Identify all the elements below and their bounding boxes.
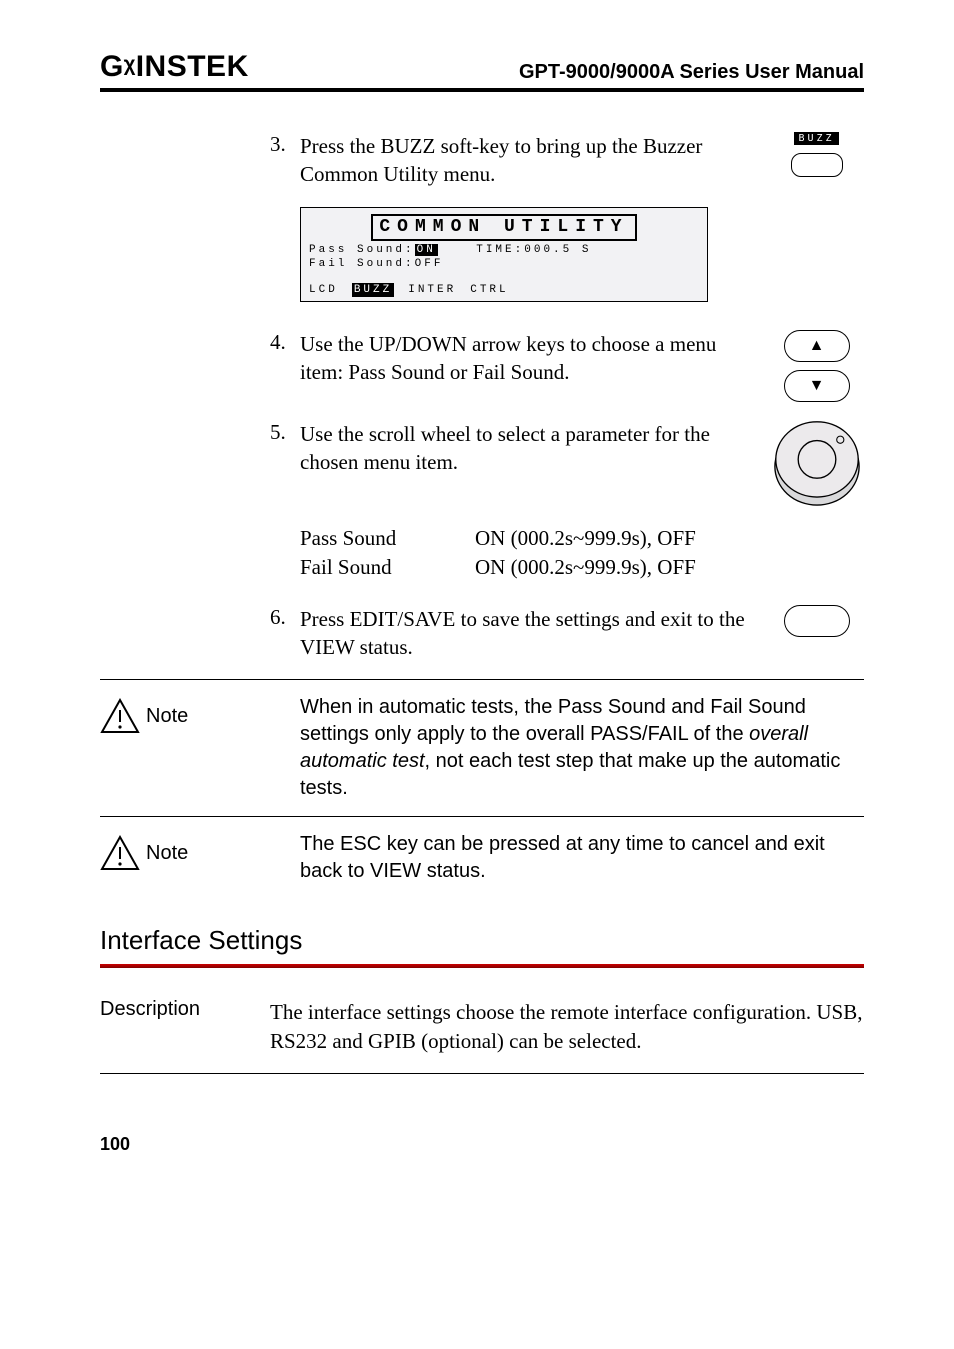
softkey-button-icon bbox=[791, 153, 843, 177]
logo-text-instek: INSTEK bbox=[136, 50, 249, 83]
param-pass-sound: Pass Sound ON (000.2s~999.9s), OFF bbox=[300, 524, 864, 553]
page-header: GᵡINSTEK GPT-9000/9000A Series User Manu… bbox=[100, 50, 864, 92]
param-value: ON (000.2s~999.9s), OFF bbox=[475, 524, 696, 553]
note-text: When in automatic tests, the Pass Sound … bbox=[300, 694, 864, 802]
page-number: 100 bbox=[100, 1134, 864, 1155]
note-2: Note The ESC key can be pressed at any t… bbox=[100, 831, 864, 885]
step-number: 3. bbox=[270, 132, 300, 157]
step-number: 4. bbox=[270, 330, 300, 355]
lcd-row-pass: Pass Sound:ON TIME:000.5 S bbox=[309, 243, 699, 257]
logo-text-u: ᵡ bbox=[124, 52, 136, 86]
lcd-pass-label: Pass Sound: bbox=[309, 244, 415, 256]
divider bbox=[100, 1073, 864, 1074]
down-arrow-icon: ▼ bbox=[784, 370, 850, 402]
step-number: 5. bbox=[270, 420, 300, 445]
lcd-softkey-ctrl: CTRL bbox=[470, 283, 508, 297]
step-6: 6. Press EDIT/SAVE to save the settings … bbox=[270, 605, 864, 662]
step-4: 4. Use the UP/DOWN arrow keys to choose … bbox=[270, 330, 864, 402]
step-text: Use the scroll wheel to select a paramet… bbox=[300, 420, 769, 477]
param-value: ON (000.2s~999.9s), OFF bbox=[475, 553, 696, 582]
note-label: Note bbox=[146, 705, 188, 728]
note-1: Note When in automatic tests, the Pass S… bbox=[100, 694, 864, 802]
lcd-softkey-buzz: BUZZ bbox=[352, 283, 394, 297]
lcd-softkey-inter: INTER bbox=[408, 283, 456, 297]
description-row: Description The interface settings choos… bbox=[100, 998, 864, 1055]
step-text: Use the UP/DOWN arrow keys to choose a m… bbox=[300, 330, 769, 387]
note-text: The ESC key can be pressed at any time t… bbox=[300, 831, 864, 885]
caution-icon bbox=[100, 835, 140, 871]
divider bbox=[100, 679, 864, 680]
step-number: 6. bbox=[270, 605, 300, 630]
brand-logo: GᵡINSTEK bbox=[100, 50, 249, 84]
manual-title: GPT-9000/9000A Series User Manual bbox=[519, 61, 864, 84]
buzz-softkey-label: BUZZ bbox=[794, 132, 838, 145]
lcd-softkey-lcd: LCD bbox=[309, 283, 338, 297]
description-text: The interface settings choose the remote… bbox=[270, 998, 864, 1055]
lcd-title: COMMON UTILITY bbox=[371, 214, 636, 241]
param-label: Fail Sound bbox=[300, 553, 475, 582]
logo-text-g: G bbox=[100, 50, 124, 83]
param-label: Pass Sound bbox=[300, 524, 475, 553]
caution-icon bbox=[100, 698, 140, 734]
scroll-wheel-icon bbox=[772, 420, 862, 506]
lcd-softkey-row: LCD BUZZ INTER CTRL bbox=[309, 282, 699, 297]
edit-save-button-icon bbox=[784, 605, 850, 637]
lcd-panel: COMMON UTILITY Pass Sound:ON TIME:000.5 … bbox=[300, 207, 708, 302]
heading-rule bbox=[100, 964, 864, 968]
lcd-row-fail: Fail Sound:OFF bbox=[309, 257, 699, 271]
note-text-pre: When in automatic tests, the Pass Sound … bbox=[300, 696, 806, 745]
step-3: 3. Press the BUZZ soft-key to bring up t… bbox=[270, 132, 864, 189]
description-label: Description bbox=[100, 998, 270, 1055]
step-text: Press EDIT/SAVE to save the settings and… bbox=[300, 605, 769, 662]
up-arrow-icon: ▲ bbox=[784, 330, 850, 362]
interface-settings-heading: Interface Settings bbox=[100, 925, 864, 956]
lcd-pass-value: ON bbox=[415, 244, 438, 256]
note-label: Note bbox=[146, 842, 188, 865]
lcd-time: TIME:000.5 S bbox=[476, 244, 591, 256]
param-fail-sound: Fail Sound ON (000.2s~999.9s), OFF bbox=[300, 553, 864, 582]
step-text: Press the BUZZ soft-key to bring up the … bbox=[300, 132, 769, 189]
divider bbox=[100, 816, 864, 817]
step-5: 5. Use the scroll wheel to select a para… bbox=[270, 420, 864, 506]
